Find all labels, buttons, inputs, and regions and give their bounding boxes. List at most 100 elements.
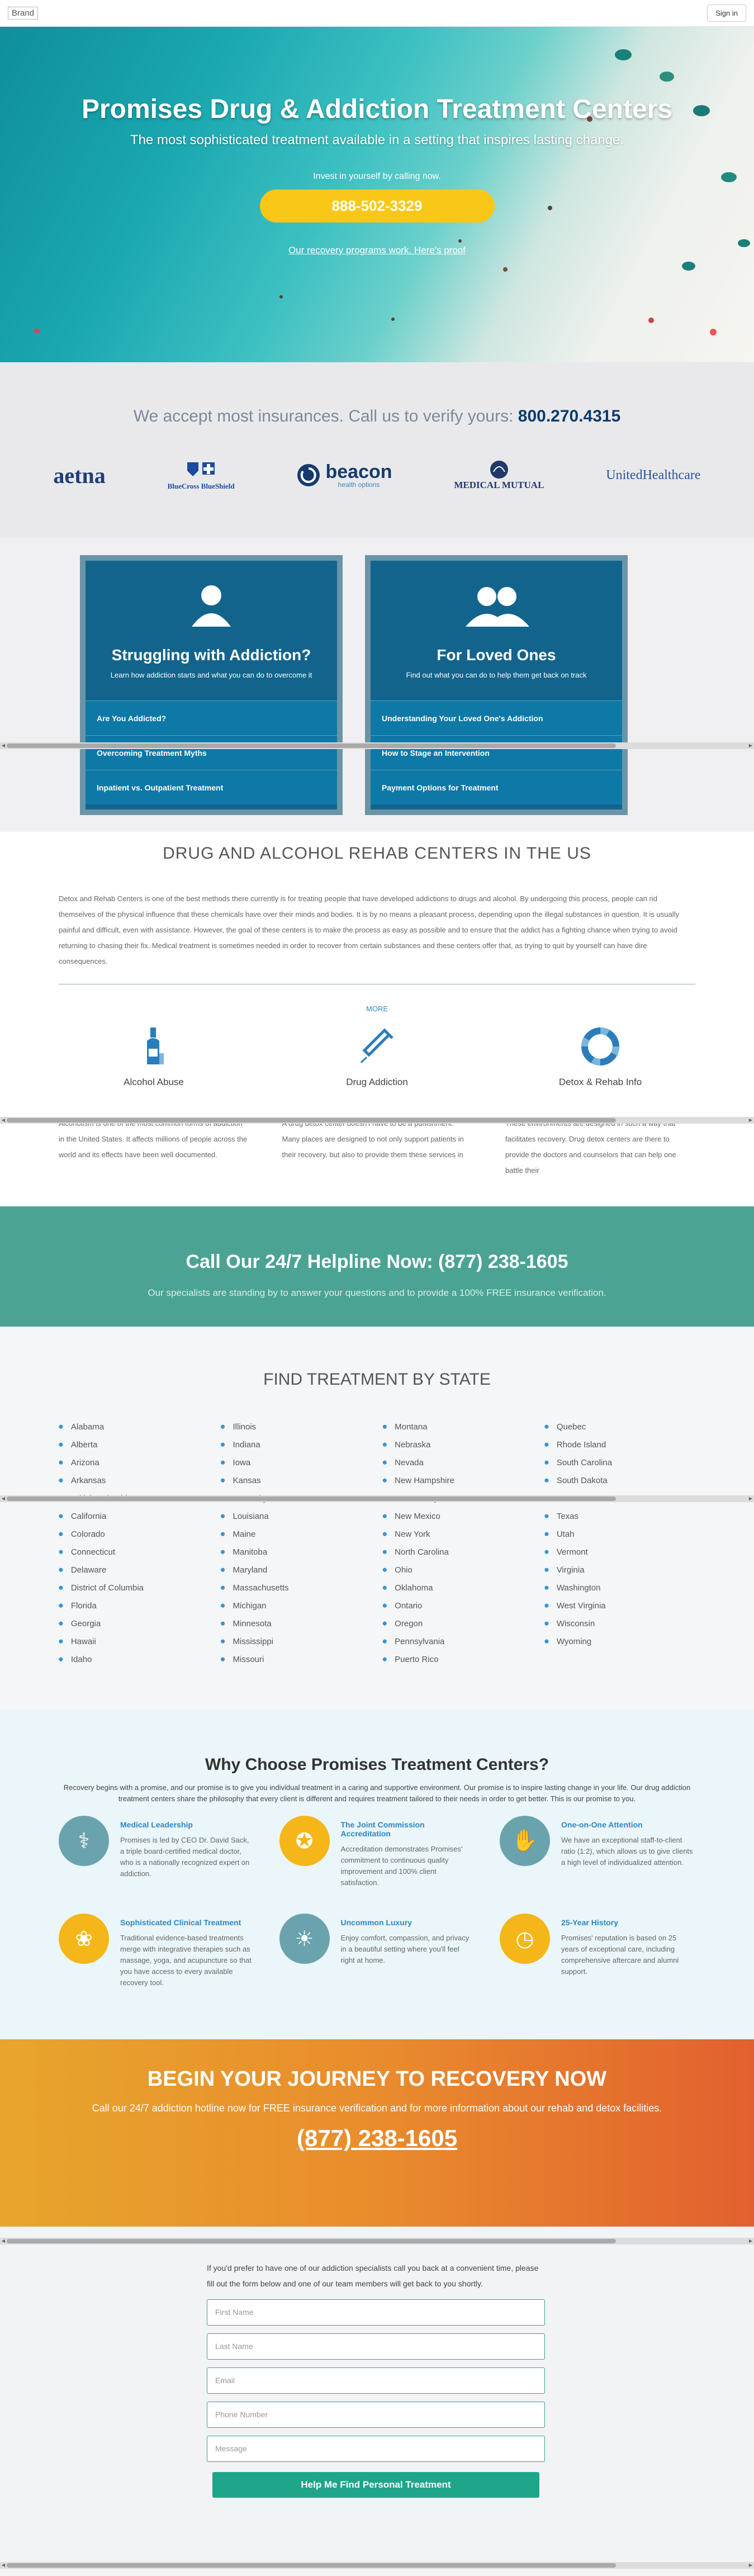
state-link[interactable]: Utah: [544, 1526, 695, 1543]
scrollbar-thumb[interactable]: [7, 1118, 616, 1123]
scrollbar-thumb[interactable]: [7, 1497, 616, 1501]
loved-ones-box-desc: Find out what you can do to help them ge…: [406, 671, 587, 679]
state-link[interactable]: District of Columbia: [59, 1579, 210, 1597]
state-link[interactable]: California: [59, 1508, 210, 1526]
link-stage-intervention[interactable]: How to Stage an Intervention: [371, 735, 622, 770]
scroll-right-icon[interactable]: ▶: [747, 2238, 754, 2244]
signin-button[interactable]: Sign in: [707, 4, 746, 22]
form-section: ◀ ▶ If you'd prefer to have one of our a…: [0, 2227, 754, 2576]
scrollbar-thumb[interactable]: [7, 744, 616, 748]
state-link[interactable]: Minnesota: [221, 1615, 372, 1633]
horizontal-scrollbar-3[interactable]: ◀ ▶: [0, 1495, 754, 1502]
insurance-phone[interactable]: 800.270.4315: [518, 407, 621, 425]
scroll-left-icon[interactable]: ◀: [0, 742, 7, 749]
state-link[interactable]: Mississippi: [221, 1633, 372, 1651]
state-link[interactable]: Manitoba: [221, 1543, 372, 1561]
state-link[interactable]: Washington: [544, 1579, 695, 1597]
state-link[interactable]: Rhode Island: [544, 1436, 695, 1454]
state-link[interactable]: Missouri: [221, 1651, 372, 1669]
state-link[interactable]: Massachusetts: [221, 1579, 372, 1597]
state-link[interactable]: New Hampshire: [382, 1472, 533, 1490]
more-link[interactable]: MORE: [59, 1005, 695, 1013]
message-field[interactable]: Message: [207, 2436, 545, 2462]
scroll-left-icon[interactable]: ◀: [0, 2562, 7, 2569]
horizontal-scrollbar-2[interactable]: ◀ ▶: [0, 1117, 754, 1124]
state-link[interactable]: North Carolina: [382, 1543, 533, 1561]
helpline-title[interactable]: Call Our 24/7 Helpline Now: (877) 238-16…: [0, 1251, 754, 1273]
state-link[interactable]: Connecticut: [59, 1543, 210, 1561]
state-link[interactable]: Oklahoma: [382, 1579, 533, 1597]
scroll-left-icon[interactable]: ◀: [0, 1495, 7, 1502]
state-link[interactable]: Vermont: [544, 1543, 695, 1561]
state-link[interactable]: Alberta: [59, 1436, 210, 1454]
state-link[interactable]: Virginia: [544, 1561, 695, 1579]
scroll-right-icon[interactable]: ▶: [747, 1117, 754, 1124]
horizontal-scrollbar-5[interactable]: ◀ ▶: [0, 2562, 754, 2569]
state-link[interactable]: Maine: [221, 1526, 372, 1543]
state-link[interactable]: Kansas: [221, 1472, 372, 1490]
state-link[interactable]: Oregon: [382, 1615, 533, 1633]
journey-phone[interactable]: (877) 238-1605: [0, 2125, 754, 2152]
proof-link[interactable]: Our recovery programs work. Here's proof: [288, 245, 466, 256]
state-link[interactable]: Puerto Rico: [382, 1651, 533, 1669]
link-treatment-myths[interactable]: Overcoming Treatment Myths: [86, 735, 337, 770]
state-link[interactable]: Wisconsin: [544, 1615, 695, 1633]
state-link[interactable]: Illinois: [221, 1418, 372, 1436]
rehab-title: DRUG AND ALCOHOL REHAB CENTERS IN THE US: [163, 844, 591, 863]
alcohol-title[interactable]: Alcohol Abuse: [59, 1077, 249, 1088]
state-link[interactable]: Georgia: [59, 1615, 210, 1633]
state-link[interactable]: Arkansas: [59, 1472, 210, 1490]
link-payment-options[interactable]: Payment Options for Treatment: [371, 770, 622, 804]
state-link[interactable]: Pennsylvania: [382, 1633, 533, 1651]
state-link[interactable]: Ontario: [382, 1597, 533, 1615]
drug-title[interactable]: Drug Addiction: [282, 1077, 472, 1088]
state-link[interactable]: Indiana: [221, 1436, 372, 1454]
feature-title: The Joint Commission Accreditation: [340, 1820, 425, 1838]
state-link[interactable]: Iowa: [221, 1454, 372, 1472]
link-are-you-addicted[interactable]: Are You Addicted?: [86, 700, 337, 735]
link-inpatient-outpatient[interactable]: Inpatient vs. Outpatient Treatment: [86, 770, 337, 804]
state-link[interactable]: Wyoming: [544, 1633, 695, 1651]
state-link[interactable]: West Virginia: [544, 1597, 695, 1615]
state-link[interactable]: Hawaii: [59, 1633, 210, 1651]
state-link[interactable]: South Dakota: [544, 1472, 695, 1490]
email-field[interactable]: Email: [207, 2367, 545, 2394]
state-link[interactable]: Delaware: [59, 1561, 210, 1579]
scroll-left-icon[interactable]: ◀: [0, 2238, 7, 2244]
why-title: Why Choose Promises Treatment Centers?: [205, 1755, 549, 1774]
link-understanding-addiction[interactable]: Understanding Your Loved One's Addiction: [371, 700, 622, 735]
submit-button[interactable]: Help Me Find Personal Treatment: [212, 2472, 539, 2498]
scroll-left-icon[interactable]: ◀: [0, 1117, 7, 1124]
scrollbar-thumb[interactable]: [7, 2239, 616, 2243]
state-link[interactable]: Maryland: [221, 1561, 372, 1579]
scroll-right-icon[interactable]: ▶: [747, 742, 754, 749]
detox-title[interactable]: Detox & Rehab Info: [505, 1077, 695, 1088]
state-link[interactable]: Montana: [382, 1418, 533, 1436]
state-link[interactable]: Ohio: [382, 1561, 533, 1579]
state-link[interactable]: Texas: [544, 1508, 695, 1526]
state-link[interactable]: Colorado: [59, 1526, 210, 1543]
state-link[interactable]: Idaho: [59, 1651, 210, 1669]
state-link[interactable]: Arizona: [59, 1454, 210, 1472]
horizontal-scrollbar[interactable]: ◀ ▶: [0, 742, 754, 749]
state-link[interactable]: Louisiana: [221, 1508, 372, 1526]
state-link[interactable]: Florida: [59, 1597, 210, 1615]
hero-phone-button[interactable]: 888-502-3329: [259, 190, 495, 222]
state-link[interactable]: New York: [382, 1526, 533, 1543]
scrollbar-thumb[interactable]: [7, 2563, 616, 2568]
horizontal-scrollbar-4[interactable]: ◀ ▶: [0, 2238, 754, 2244]
scroll-right-icon[interactable]: ▶: [747, 1495, 754, 1502]
state-link[interactable]: South Carolina: [544, 1454, 695, 1472]
brand-logo[interactable]: Brand: [8, 7, 39, 20]
seal-icon: ✪: [279, 1816, 330, 1866]
phone-field[interactable]: Phone Number: [207, 2402, 545, 2428]
state-link[interactable]: Nevada: [382, 1454, 533, 1472]
state-link[interactable]: Nebraska: [382, 1436, 533, 1454]
last-name-field[interactable]: Last Name: [207, 2333, 545, 2360]
state-link[interactable]: Quebec: [544, 1418, 695, 1436]
first-name-field[interactable]: First Name: [207, 2299, 545, 2326]
scroll-right-icon[interactable]: ▶: [747, 2562, 754, 2569]
state-link[interactable]: Alabama: [59, 1418, 210, 1436]
state-link[interactable]: Michigan: [221, 1597, 372, 1615]
state-link[interactable]: New Mexico: [382, 1508, 533, 1526]
